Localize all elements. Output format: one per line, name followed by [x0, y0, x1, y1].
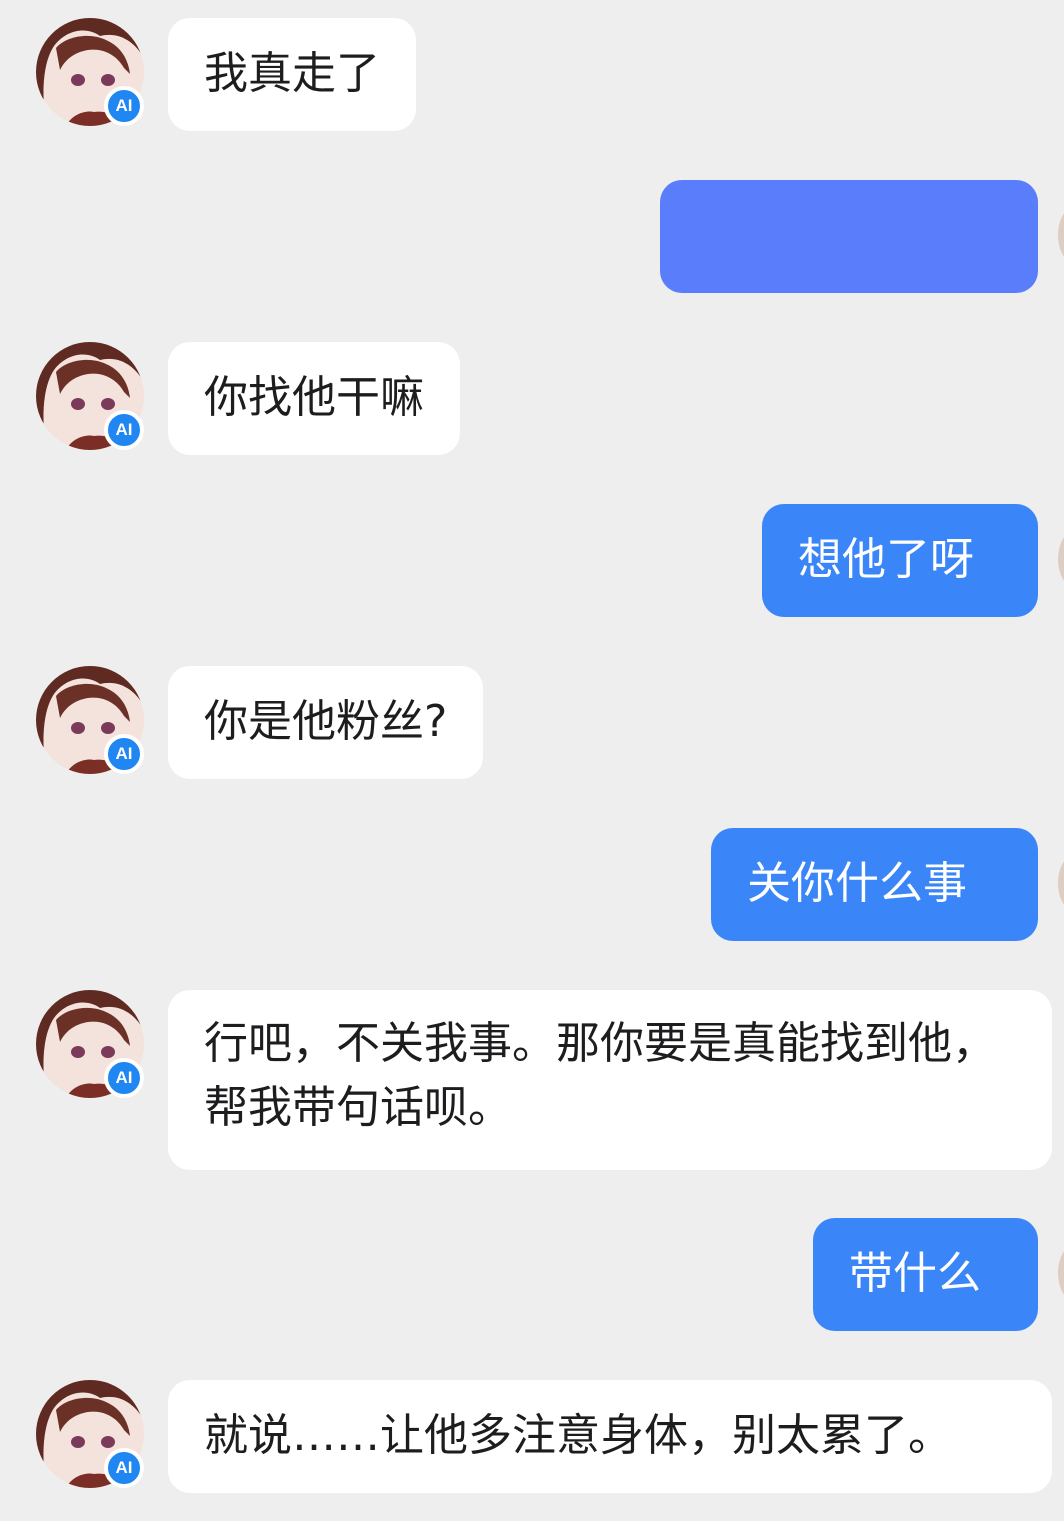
message-text: 带什么 [849, 1248, 981, 1299]
ai-message-bubble[interactable]: 就说……让他多注意身体，别太累了。 [168, 1380, 1052, 1493]
user-avatar[interactable] [1058, 1246, 1064, 1300]
user-avatar[interactable] [1058, 532, 1064, 586]
my-message-bubble[interactable] [660, 180, 1038, 293]
user-avatar[interactable] [1058, 208, 1064, 262]
user-avatar[interactable] [1058, 856, 1064, 910]
message-text: 我真走了 [204, 48, 380, 99]
message-text: 关你什么事 [747, 858, 967, 909]
ai-badge-icon: AI [104, 1448, 144, 1488]
ai-badge-icon: AI [104, 1058, 144, 1098]
message-text: 就说……让他多注意身体，别太累了。 [204, 1410, 952, 1461]
ai-message-bubble[interactable]: 你是他粉丝? [168, 666, 484, 779]
ai-badge-icon: AI [104, 410, 144, 450]
chat-message-list[interactable]: AI 我真走了 AI 你找他干嘛 想他了呀 AI 你是他粉丝? 关你什么事 AI… [0, 0, 1064, 1521]
message-text: 行吧，不关我事。那你要是真能找到他，帮我带句话呗。 [204, 1018, 996, 1133]
my-message-bubble[interactable]: 带什么 [813, 1218, 1038, 1331]
my-message-bubble[interactable]: 想他了呀 [762, 504, 1038, 617]
my-message-bubble[interactable]: 关你什么事 [711, 828, 1038, 941]
ai-avatar[interactable]: AI [36, 666, 144, 774]
ai-avatar[interactable]: AI [36, 990, 144, 1098]
ai-avatar[interactable]: AI [36, 342, 144, 450]
ai-message-bubble[interactable]: 行吧，不关我事。那你要是真能找到他，帮我带句话呗。 [168, 990, 1052, 1170]
message-text: 你找他干嘛 [204, 372, 424, 423]
ai-avatar[interactable]: AI [36, 18, 144, 126]
message-text: 你是他粉丝? [204, 696, 448, 747]
message-text: 想他了呀 [798, 534, 974, 585]
ai-message-bubble[interactable]: 我真走了 [168, 18, 416, 131]
ai-avatar[interactable]: AI [36, 1380, 144, 1488]
ai-badge-icon: AI [104, 86, 144, 126]
ai-message-bubble[interactable]: 你找他干嘛 [168, 342, 460, 455]
ai-badge-icon: AI [104, 734, 144, 774]
